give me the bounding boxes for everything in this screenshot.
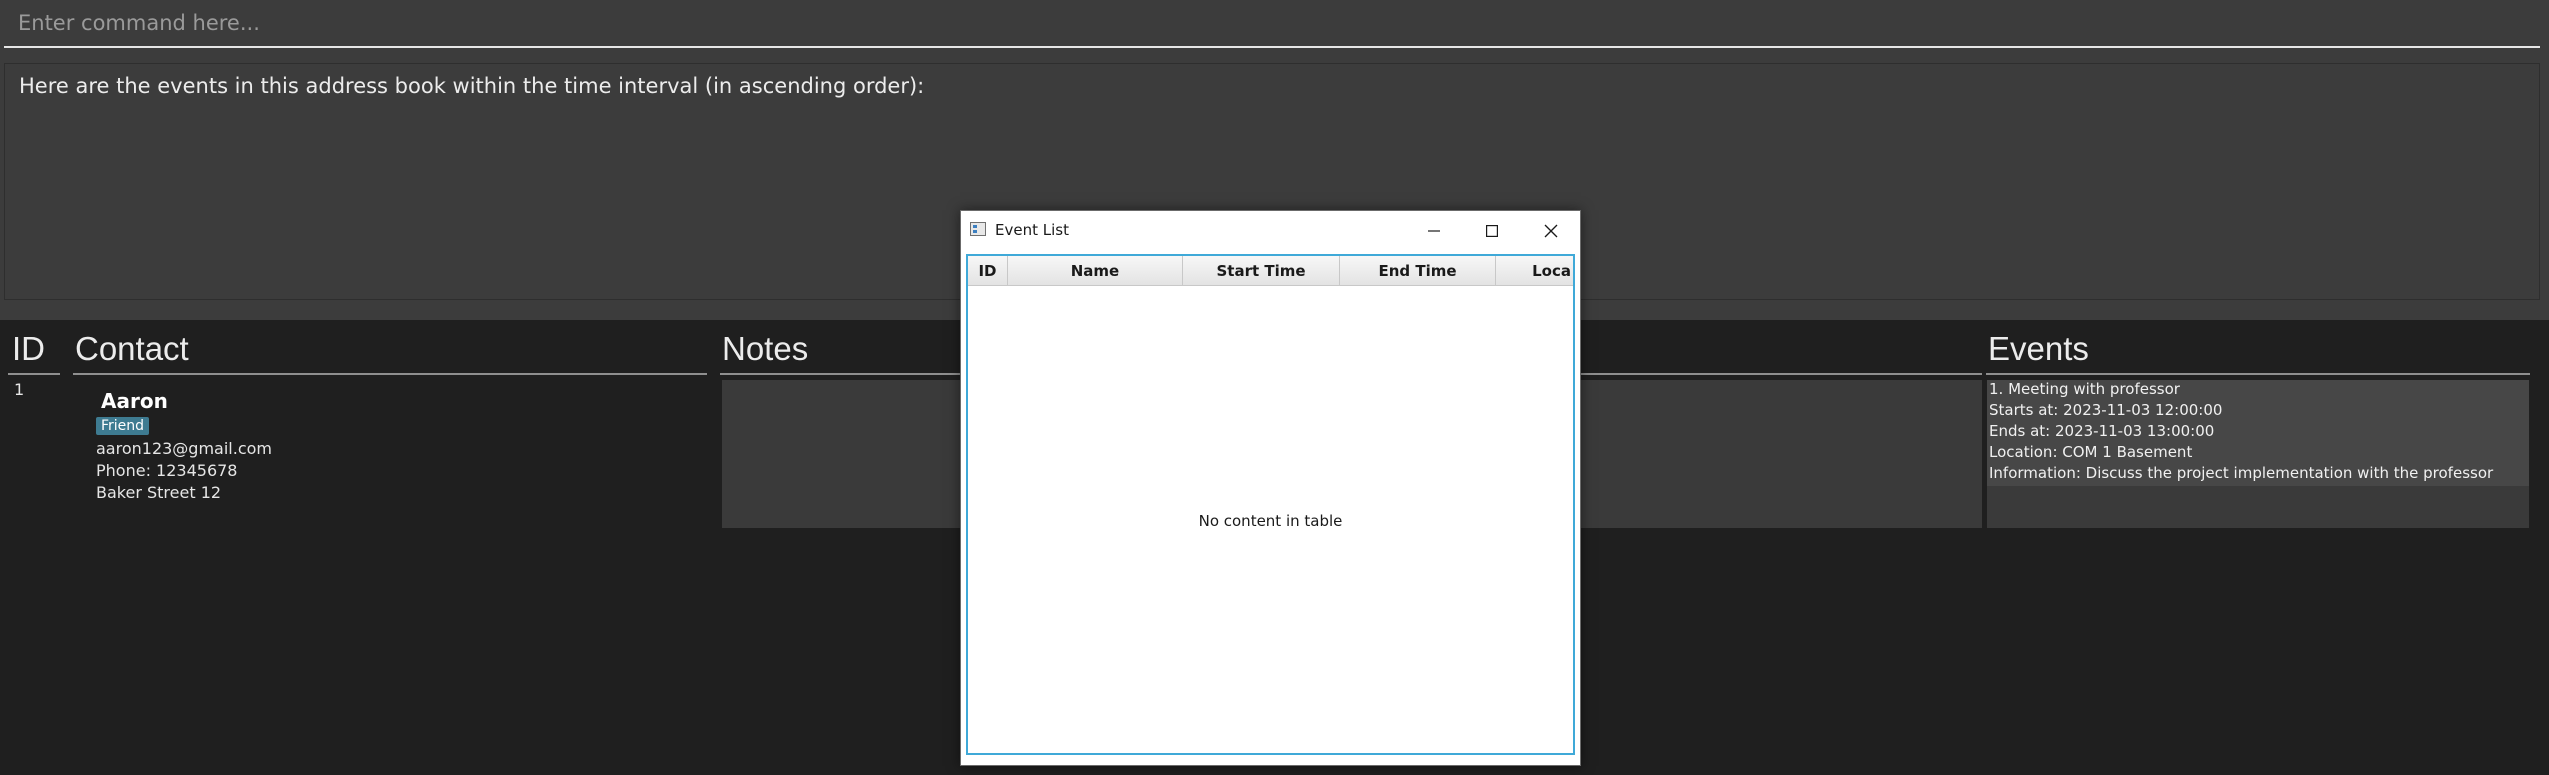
events-header-divider: [1986, 373, 2530, 375]
tag-badge: Friend: [96, 417, 150, 435]
close-icon: [1544, 224, 1558, 238]
events-cell: 1. Meeting with professor Starts at: 202…: [1987, 380, 2529, 528]
contact-name: Aaron: [101, 389, 168, 413]
minimize-icon: [1428, 230, 1440, 232]
contact-email: aaron123@gmail.com: [96, 439, 272, 458]
contact-header-divider: [73, 373, 707, 375]
column-header-location[interactable]: Loca: [1496, 256, 1573, 286]
event-information: Information: Discuss the project impleme…: [1989, 464, 2494, 482]
command-input[interactable]: [4, 0, 2540, 48]
contact-address: Baker Street 12: [96, 483, 222, 502]
table-header: ID Name Start Time End Time Loca: [968, 256, 1573, 286]
event-item: 1. Meeting with professor Starts at: 202…: [1987, 380, 2529, 486]
event-table[interactable]: ID Name Start Time End Time Loca No cont…: [966, 254, 1575, 755]
column-header-id[interactable]: ID: [968, 256, 1008, 286]
contact-phone: Phone: 12345678: [96, 461, 238, 480]
id-header-divider: [8, 373, 60, 375]
window-titlebar[interactable]: Event List: [961, 211, 1580, 251]
address-book-app: Here are the events in this address book…: [0, 0, 2549, 775]
contact-column-header: Contact: [75, 330, 189, 367]
minimize-button[interactable]: [1405, 211, 1463, 251]
close-button[interactable]: [1522, 211, 1580, 251]
maximize-icon: [1486, 225, 1499, 238]
column-header-name[interactable]: Name: [1008, 256, 1183, 286]
events-column-header: Events: [1988, 330, 2089, 367]
event-start: Starts at: 2023-11-03 12:00:00: [1989, 401, 2223, 419]
command-box: [0, 0, 2549, 50]
person-id: 1: [14, 380, 25, 399]
column-header-end-time[interactable]: End Time: [1340, 256, 1496, 286]
result-text: Here are the events in this address book…: [19, 74, 925, 98]
window-title: Event List: [995, 221, 1069, 239]
event-location: Location: COM 1 Basement: [1989, 443, 2193, 461]
maximize-button[interactable]: [1463, 211, 1521, 251]
event-title: 1. Meeting with professor: [1989, 380, 2180, 398]
id-column-header: ID: [12, 330, 45, 367]
empty-table-message: No content in table: [1198, 512, 1343, 530]
notes-column-header: Notes: [722, 330, 809, 367]
column-header-start-time[interactable]: Start Time: [1183, 256, 1340, 286]
window-app-icon: [970, 222, 986, 236]
event-end: Ends at: 2023-11-03 13:00:00: [1989, 422, 2215, 440]
event-list-window: Event List ID Name Start Time End Time L…: [960, 210, 1581, 766]
